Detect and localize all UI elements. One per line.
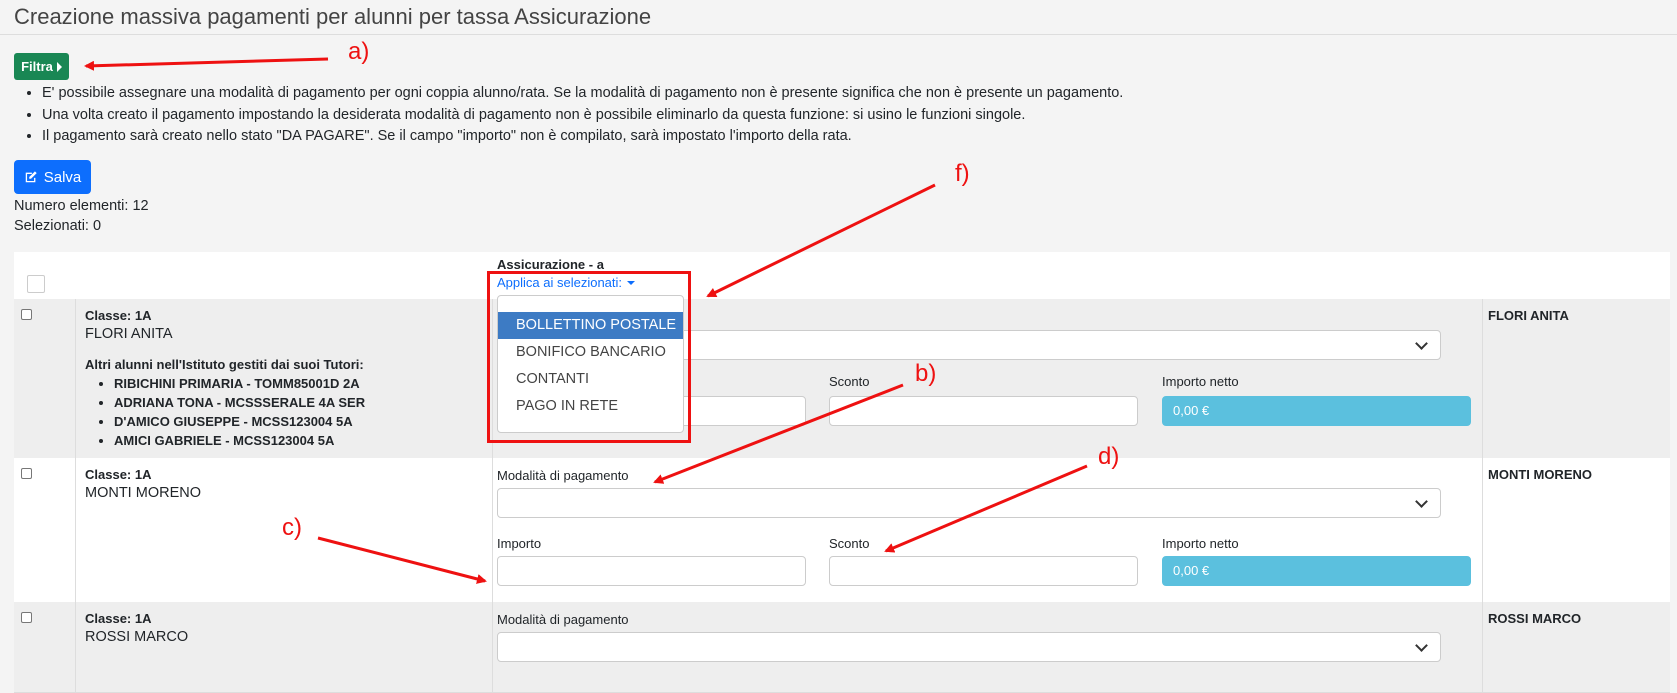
table-row: Classe: 1A MONTI MORENO Modalità di paga… (14, 458, 1670, 603)
net-amount-label: Importo netto (1162, 374, 1239, 389)
note-item: Una volta creato il pagamento impostando… (42, 105, 1123, 127)
filter-button-label: Filtra (21, 59, 53, 74)
caret-right-icon (56, 61, 62, 72)
payment-mode-select[interactable] (497, 632, 1441, 662)
cell-divider (1482, 602, 1483, 692)
other-students-list: RIBICHINI PRIMARIA - TOMM85001D 2A ADRIA… (90, 374, 365, 450)
callout-d: d) (1098, 443, 1120, 470)
cell-divider (492, 602, 493, 692)
highlight-box (487, 271, 691, 443)
list-item: ADRIANA TONA - MCSSSERALE 4A SER (114, 393, 365, 412)
elements-count: Numero elementi: 12 (14, 198, 149, 214)
save-button-label: Salva (43, 168, 82, 186)
discount-label: Sconto (829, 536, 870, 551)
discount-input[interactable] (829, 556, 1138, 586)
page-title: Creazione massiva pagamenti per alunni p… (14, 4, 652, 29)
net-amount-label: Importo netto (1162, 536, 1239, 551)
note-item: Il pagamento sarà creato nello stato "DA… (42, 126, 1123, 148)
chevron-down-icon (1415, 337, 1428, 350)
edit-icon (25, 171, 37, 183)
callout-b: b) (915, 360, 937, 387)
callout-f: f) (955, 160, 970, 187)
callout-a: a) (348, 38, 370, 65)
row-checkbox[interactable] (21, 309, 32, 320)
student-class: Classe: 1A (85, 611, 152, 626)
other-students-title: Altri alunni nell'Istituto gestiti dai s… (85, 357, 364, 372)
payment-mode-label: Modalità di pagamento (497, 612, 629, 627)
student-name-right: FLORI ANITA (1488, 308, 1569, 323)
amount-input[interactable] (497, 556, 806, 586)
list-item: RIBICHINI PRIMARIA - TOMM85001D 2A (114, 374, 365, 393)
cell-divider (1482, 458, 1483, 602)
payment-mode-label: Modalità di pagamento (497, 468, 629, 483)
filter-button[interactable]: Filtra (14, 53, 69, 80)
save-button[interactable]: Salva (14, 160, 91, 194)
notes-list: E' possibile assegnare una modalità di p… (20, 83, 1123, 148)
note-item: E' possibile assegnare una modalità di p… (42, 83, 1123, 105)
selected-count: Selezionati: 0 (14, 218, 102, 234)
student-name: MONTI MORENO (85, 485, 201, 501)
table-row: Classe: 1A ROSSI MARCO Modalità di pagam… (14, 602, 1670, 693)
table-header: Assicurazione - a Applica ai selezionati… (14, 252, 1670, 300)
cell-divider (492, 458, 493, 602)
table-row: Classe: 1A FLORI ANITA Altri alunni nell… (14, 299, 1670, 459)
cell-divider (75, 458, 76, 602)
chevron-down-icon (1415, 639, 1428, 652)
student-name-right: ROSSI MARCO (1488, 611, 1582, 626)
net-amount-value: 0,00 € (1162, 556, 1471, 586)
row-checkbox[interactable] (21, 612, 32, 623)
row-checkbox[interactable] (21, 468, 32, 479)
column-title: Assicurazione - a (497, 257, 604, 272)
list-item: D'AMICO GIUSEPPE - MCSS123004 5A (114, 412, 365, 431)
discount-input[interactable] (829, 396, 1138, 426)
select-all-checkbox[interactable] (27, 275, 45, 293)
arrow-a (84, 57, 329, 71)
cell-divider (1482, 299, 1483, 458)
student-name-right: MONTI MORENO (1488, 467, 1592, 482)
student-name: ROSSI MARCO (85, 629, 189, 645)
title-divider (0, 34, 1677, 35)
student-class: Classe: 1A (85, 308, 152, 323)
list-item: AMICI GABRIELE - MCSS123004 5A (114, 431, 365, 450)
discount-label: Sconto (829, 374, 870, 389)
cell-divider (75, 602, 76, 692)
student-class: Classe: 1A (85, 467, 152, 482)
payment-mode-select[interactable] (497, 488, 1441, 518)
callout-c: c) (282, 514, 302, 541)
chevron-down-icon (1415, 495, 1428, 508)
cell-divider (75, 299, 76, 458)
amount-label: Importo (497, 536, 542, 551)
payments-table: Assicurazione - a Applica ai selezionati… (14, 252, 1670, 693)
student-name: FLORI ANITA (85, 326, 173, 342)
net-amount-value: 0,00 € (1162, 396, 1471, 426)
